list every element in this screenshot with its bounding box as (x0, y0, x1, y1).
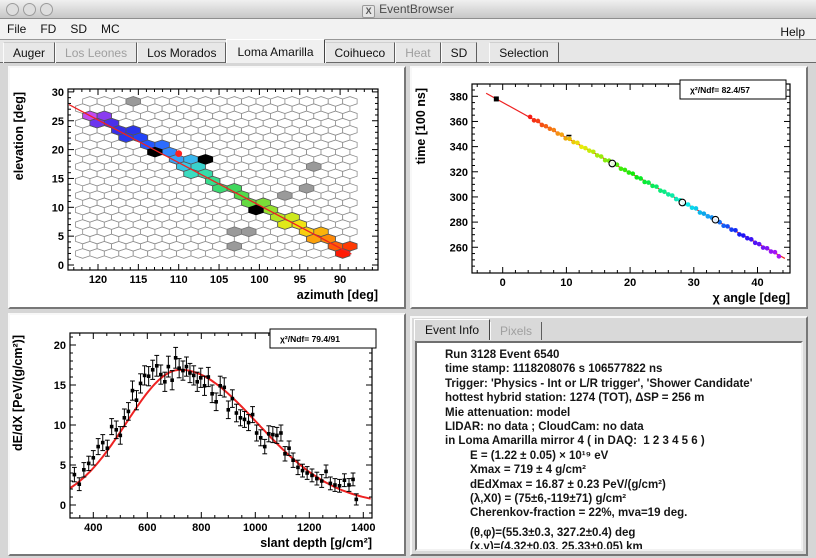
svg-text:20: 20 (624, 277, 636, 289)
camera-y-axis-title: elevation [deg] (12, 92, 26, 180)
shower-info-line: Xmax = 719 ± 4 g/cm² (470, 463, 797, 477)
tab-heat[interactable]: Heat (395, 42, 440, 63)
stats-box: χ²/Ndf= 82.4/57 (680, 80, 786, 99)
menu-bar: FileFDSDMC Help (0, 19, 816, 40)
event-info-line: hottest hybrid station: 1274 (TOT), ΔSP … (445, 391, 797, 405)
svg-text:5: 5 (58, 231, 64, 243)
event-info-line: Mie attenuation: model (445, 406, 797, 420)
svg-text:40: 40 (751, 277, 763, 289)
tab-selection[interactable]: Selection (489, 42, 558, 63)
svg-text:340: 340 (450, 142, 468, 154)
profile-y-axis-title: dE/dX [PeV/(g/cm²)] (11, 335, 25, 451)
svg-text:120: 120 (89, 274, 107, 286)
svg-text:300: 300 (450, 192, 468, 204)
menu-item-fd[interactable]: FD (33, 19, 63, 39)
svg-text:30: 30 (52, 87, 64, 99)
tab-sd[interactable]: SD (441, 42, 478, 63)
svg-text:10: 10 (52, 202, 64, 214)
info-tab-pixels[interactable]: Pixels (490, 322, 542, 340)
black-dash-marker (566, 135, 571, 137)
svg-text:30: 30 (688, 277, 700, 289)
svg-text:110: 110 (170, 274, 188, 286)
svg-text:400: 400 (84, 522, 102, 534)
svg-text:115: 115 (129, 274, 147, 286)
shower-info-line: dEdXmax = 16.87 ± 0.23 PeV/(g/cm²) (470, 478, 797, 492)
menu-item-sd[interactable]: SD (63, 19, 94, 39)
tab-los-leones[interactable]: Los Leones (55, 42, 137, 63)
menu-items: FileFDSDMC (0, 22, 127, 36)
eye-tabs: AugerLos LeonesLos MoradosLoma AmarillaC… (3, 39, 559, 63)
tab-coihueco[interactable]: Coihueco (325, 42, 396, 63)
profile-x-axis-title: slant depth [g/cm²] (260, 536, 372, 550)
info-tab-event-info[interactable]: Event Info (414, 319, 490, 340)
info-panel: Event InfoPixels Run 3128 Event 6540time… (410, 316, 808, 556)
menu-item-help[interactable]: Help (773, 22, 812, 42)
shower-info-line: E = (1.22 ± 0.05) × 10¹⁹ eV (470, 449, 797, 463)
svg-text:χ²/Ndf= 82.4/57: χ²/Ndf= 82.4/57 (690, 85, 750, 95)
event-info-line: in Loma Amarilla mirror 4 ( in DAQ: 1 2 … (445, 434, 797, 448)
svg-text:20: 20 (54, 340, 66, 352)
time-fit-plot-canvas[interactable]: 0 10 20 30 40 260 280 300 320 340 360 380 χ²/Ndf= 82… (412, 68, 806, 307)
time-y-axis-title: time [100 ns] (414, 88, 428, 164)
svg-text:800: 800 (192, 522, 210, 534)
svg-text:0: 0 (60, 500, 66, 512)
svg-text:1400: 1400 (351, 522, 375, 534)
svg-text:100: 100 (250, 274, 268, 286)
tab-loma-amarilla[interactable]: Loma Amarilla (226, 39, 324, 63)
profile-panel: 400 600 800 1000 1200 1400 0 5 10 15 20 χ²/Ndf= 79.… (8, 313, 406, 556)
event-info-line: LIDAR: no data ; CloudCam: no data (445, 420, 797, 434)
event-info-line: time stamp: 1118208076 s 106577822 ns (445, 362, 797, 376)
svg-text:95: 95 (294, 274, 306, 286)
svg-text:320: 320 (450, 167, 468, 179)
svg-text:1200: 1200 (297, 522, 321, 534)
menu-item-mc[interactable]: MC (94, 19, 127, 39)
camera-plot-canvas[interactable]: 90 95 100 105 110 115 120 0 5 10 15 20 25 30 azimuth [… (10, 68, 404, 307)
geometry-info-line: (θ,φ)=(55.3±0.3, 327.2±0.4) deg (470, 526, 797, 540)
camera-display-panel: 90 95 100 105 110 115 120 0 5 10 15 20 25 30 azimuth [… (8, 66, 406, 309)
shower-info-line: Cherenkov-fraction = 22%, mva=19 deg. (470, 506, 797, 520)
svg-text:0: 0 (500, 277, 506, 289)
svg-text:15: 15 (52, 173, 64, 185)
eye-tab-bar: AugerLos LeonesLos MoradosLoma AmarillaC… (0, 40, 816, 63)
svg-text:360: 360 (450, 116, 468, 128)
camera-x-axis-title: azimuth [deg] (297, 288, 378, 302)
svg-text:5: 5 (60, 460, 66, 472)
x11-icon: X (362, 5, 375, 18)
black-square-marker (494, 96, 499, 101)
svg-text:105: 105 (210, 274, 228, 286)
menu-item-file[interactable]: File (0, 19, 33, 39)
info-tabs: Event InfoPixels (414, 319, 542, 340)
svg-text:260: 260 (450, 242, 468, 254)
svg-text:10: 10 (560, 277, 572, 289)
shower-info-line: (λ,X0) = (75±6,-119±71) g/cm² (470, 492, 797, 506)
title-bar: X EventBrowser (0, 0, 816, 19)
svg-text:380: 380 (450, 91, 468, 103)
svg-text:0: 0 (58, 260, 64, 272)
svg-text:25: 25 (52, 116, 64, 128)
tab-auger[interactable]: Auger (3, 42, 55, 63)
svg-text:280: 280 (450, 217, 468, 229)
svg-text:1000: 1000 (243, 522, 267, 534)
tab-los-morados[interactable]: Los Morados (137, 42, 226, 63)
svg-text:10: 10 (54, 420, 66, 432)
time-x-axis-title: χ angle [deg] (713, 291, 790, 305)
sdp-marker (175, 150, 182, 157)
profile-plot-canvas[interactable]: 400 600 800 1000 1200 1400 0 5 10 15 20 χ²/Ndf= 79.… (10, 315, 404, 554)
svg-text:90: 90 (334, 274, 346, 286)
event-info-line: Run 3128 Event 6540 (445, 348, 797, 362)
svg-text:600: 600 (138, 522, 156, 534)
event-info-box: Run 3128 Event 6540time stamp: 111820807… (415, 341, 803, 551)
window-title-text: EventBrowser (379, 2, 454, 16)
svg-text:15: 15 (54, 380, 66, 392)
window-title: X EventBrowser (0, 0, 816, 18)
svg-text:20: 20 (52, 145, 64, 157)
time-fit-panel: 0 10 20 30 40 260 280 300 320 340 360 380 χ²/Ndf= 82… (410, 66, 808, 309)
geometry-info-line: (x,y)=(4.32±0.03, 25.33±0.05) km (470, 540, 797, 551)
event-info-line: Trigger: 'Physics - Int or L/R trigger',… (445, 377, 797, 391)
stats-box: χ²/Ndf= 79.4/91 (270, 329, 376, 348)
svg-text:χ²/Ndf= 79.4/91: χ²/Ndf= 79.4/91 (280, 334, 340, 344)
